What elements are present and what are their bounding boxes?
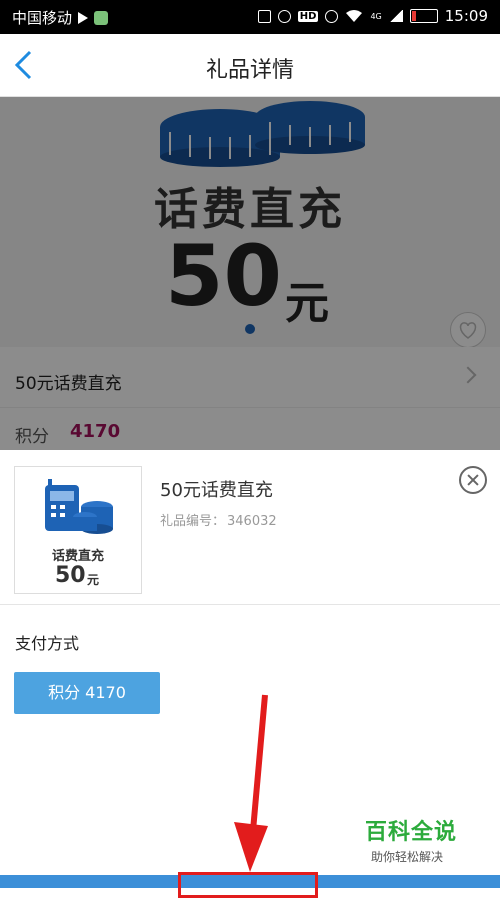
modal-overlay[interactable] bbox=[0, 97, 500, 450]
status-bar: 中国移动 HD 4G 15:09 bbox=[0, 0, 500, 34]
wifi-icon bbox=[346, 10, 363, 22]
carrier-label: 中国移动 bbox=[12, 9, 73, 27]
media-play-icon bbox=[78, 11, 89, 24]
eye-icon bbox=[325, 9, 339, 23]
page-title: 礼品详情 bbox=[205, 58, 294, 83]
app-notification-icon bbox=[94, 10, 109, 25]
vibrate-icon bbox=[257, 9, 271, 23]
red-arrow-annotation bbox=[234, 694, 268, 872]
nav-bar: 礼品详情 bbox=[0, 34, 500, 97]
alarm-icon bbox=[277, 9, 291, 23]
exchange-sheet: 话费直充 50 元 50元话费直充 礼品编号： 346032 支付方式 积分 41… bbox=[0, 450, 500, 898]
clock: 15:09 bbox=[444, 7, 488, 25]
battery-icon bbox=[409, 9, 438, 23]
signal-icon bbox=[388, 10, 403, 22]
network-type: 4G bbox=[370, 11, 382, 21]
hd-icon: HD bbox=[297, 10, 319, 22]
